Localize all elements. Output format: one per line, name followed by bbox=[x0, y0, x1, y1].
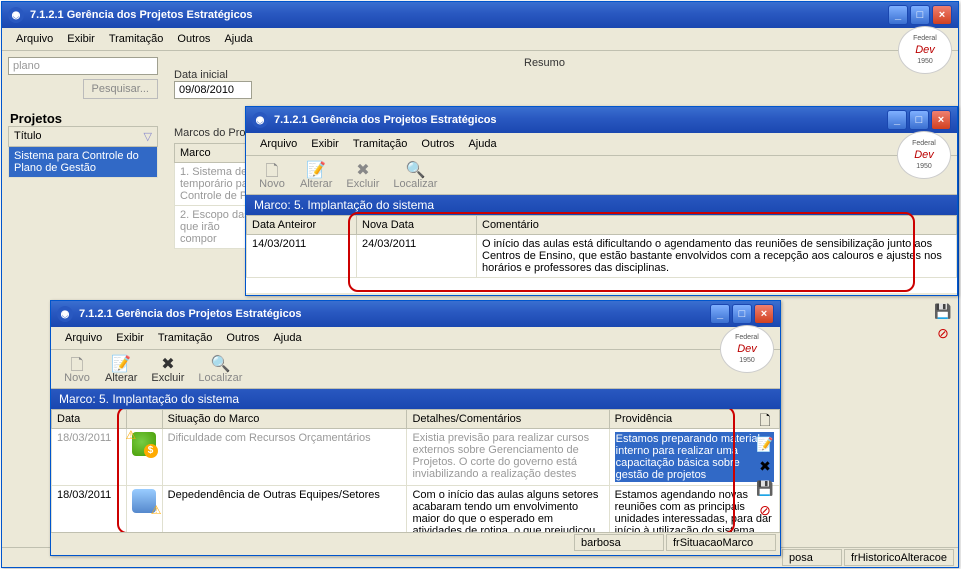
menu-outros[interactable]: Outros bbox=[171, 31, 216, 47]
cell-data-anterior[interactable]: 14/03/2011 bbox=[247, 235, 357, 278]
logo: Federal Dev 1950 bbox=[897, 131, 951, 179]
label-resumo: Resumo bbox=[524, 57, 565, 69]
menu-outros[interactable]: Outros bbox=[415, 136, 460, 152]
cell-detalhes: Com o início das aulas alguns setores ac… bbox=[407, 486, 609, 533]
menu-arquivo[interactable]: Arquivo bbox=[59, 330, 108, 346]
app-icon: ◎ bbox=[57, 306, 73, 322]
team-warning-icon bbox=[132, 489, 156, 513]
menu-tramitacao[interactable]: Tramitação bbox=[347, 136, 414, 152]
cell-data: 18/03/2011 bbox=[52, 429, 127, 486]
minimize-button[interactable]: _ bbox=[887, 110, 907, 130]
table-row[interactable]: 18/03/2011 Dificuldade com Recursos Orça… bbox=[52, 429, 780, 486]
menubar[interactable]: Arquivo Exibir Tramitação Outros Ajuda F… bbox=[246, 133, 957, 156]
cell-providencia: Estamos agendando novas reuniões com as … bbox=[609, 486, 779, 533]
menu-tramitacao[interactable]: Tramitação bbox=[103, 31, 170, 47]
maximize-button[interactable]: □ bbox=[909, 110, 929, 130]
maximize-button[interactable]: □ bbox=[910, 5, 930, 25]
minimize-button[interactable]: _ bbox=[710, 304, 730, 324]
close-button[interactable]: × bbox=[931, 110, 951, 130]
toolbar: 🗋Novo 📝Alterar ✖Excluir 🔍Localizar bbox=[246, 156, 957, 195]
label-data-inicial: Data inicial bbox=[174, 69, 252, 81]
titlebar[interactable]: ◎ 7.1.2.1 Gerência dos Projetos Estratég… bbox=[246, 107, 957, 133]
minimize-button[interactable]: _ bbox=[888, 5, 908, 25]
logo: Federal Dev 1950 bbox=[720, 325, 774, 373]
menu-arquivo[interactable]: Arquivo bbox=[254, 136, 303, 152]
excluir-button[interactable]: ✖Excluir bbox=[145, 352, 190, 386]
col-data[interactable]: Data bbox=[52, 410, 127, 429]
window-title: 7.1.2.1 Gerência dos Projetos Estratégic… bbox=[79, 308, 710, 320]
col-data-anterior[interactable]: Data Anteiror bbox=[247, 216, 357, 235]
cell-nova-data[interactable]: 24/03/2011 bbox=[357, 235, 477, 278]
projetos-label: Projetos bbox=[8, 107, 158, 126]
window-title: 7.1.2.1 Gerência dos Projetos Estratégic… bbox=[274, 114, 887, 126]
menu-exibir[interactable]: Exibir bbox=[305, 136, 345, 152]
toolbar: 🗋Novo 📝Alterar ✖Excluir 🔍Localizar bbox=[51, 350, 780, 389]
cancel-icon[interactable]: ⊘ bbox=[756, 501, 774, 519]
menu-ajuda[interactable]: Ajuda bbox=[462, 136, 502, 152]
cell-situacao: Depedendência de Outras Equipes/Setores bbox=[162, 486, 407, 533]
pesquisar-button[interactable]: Pesquisar... bbox=[83, 79, 158, 99]
save-icon[interactable]: 💾 bbox=[934, 302, 952, 320]
close-button[interactable]: × bbox=[932, 5, 952, 25]
detail-window-2: ◎ 7.1.2.1 Gerência dos Projetos Estratég… bbox=[50, 300, 781, 556]
side-toolbar: 🗋 📝 ✖ 💾 ⊘ bbox=[756, 413, 774, 519]
new-doc-icon[interactable]: 🗋 bbox=[756, 413, 774, 431]
marco-subtitle: Marco: 5. Implantação do sistema bbox=[51, 389, 780, 409]
col-nova-data[interactable]: Nova Data bbox=[357, 216, 477, 235]
menu-exibir[interactable]: Exibir bbox=[110, 330, 150, 346]
excluir-button[interactable]: ✖Excluir bbox=[340, 158, 385, 192]
marco-subtitle: Marco: 5. Implantação do sistema bbox=[246, 195, 957, 215]
save-icon[interactable]: 💾 bbox=[756, 479, 774, 497]
alterar-button[interactable]: 📝Alterar bbox=[99, 352, 143, 386]
menu-ajuda[interactable]: Ajuda bbox=[267, 330, 307, 346]
localizar-button[interactable]: 🔍Localizar bbox=[192, 352, 248, 386]
window-title: 7.1.2.1 Gerência dos Projetos Estratégic… bbox=[30, 9, 888, 21]
cell-icon bbox=[126, 486, 162, 533]
status-user: barbosa bbox=[574, 534, 664, 551]
menubar[interactable]: Arquivo Exibir Tramitação Outros Ajuda F… bbox=[2, 28, 958, 51]
status-form: frHistoricoAlteracoe bbox=[844, 549, 954, 566]
delete-icon[interactable]: ✖ bbox=[756, 457, 774, 475]
logo: Federal Dev 1950 bbox=[898, 26, 952, 74]
alterar-button[interactable]: 📝Alterar bbox=[294, 158, 338, 192]
project-row[interactable]: Sistema para Controle do Plano de Gestão bbox=[9, 147, 158, 178]
col-detalhes[interactable]: Detalhes/Comentários bbox=[407, 410, 609, 429]
col-providencia[interactable]: Providência bbox=[609, 410, 779, 429]
maximize-button[interactable]: □ bbox=[732, 304, 752, 324]
menu-arquivo[interactable]: Arquivo bbox=[10, 31, 59, 47]
cell-icon bbox=[126, 429, 162, 486]
localizar-button[interactable]: 🔍Localizar bbox=[387, 158, 443, 192]
statusbar: barbosa frSituacaoMarco bbox=[51, 532, 780, 552]
col-comentario[interactable]: Comentário bbox=[477, 216, 957, 235]
titlebar[interactable]: ◎ 7.1.2.1 Gerência dos Projetos Estratég… bbox=[2, 2, 958, 28]
novo-button[interactable]: 🗋Novo bbox=[252, 158, 292, 192]
money-warning-icon bbox=[132, 432, 156, 456]
detail-window-1: ◎ 7.1.2.1 Gerência dos Projetos Estratég… bbox=[245, 106, 958, 296]
plano-input[interactable]: plano bbox=[8, 57, 158, 75]
edit-icon[interactable]: 📝 bbox=[756, 435, 774, 453]
table-row[interactable]: 18/03/2011 Depedendência de Outras Equip… bbox=[52, 486, 780, 533]
cell-data: 18/03/2011 bbox=[52, 486, 127, 533]
menu-ajuda[interactable]: Ajuda bbox=[218, 31, 258, 47]
cell-comentario[interactable]: O início das aulas está dificultando o a… bbox=[477, 235, 957, 278]
menubar[interactable]: Arquivo Exibir Tramitação Outros Ajuda F… bbox=[51, 327, 780, 350]
col-titulo[interactable]: Título ▽ bbox=[9, 127, 158, 147]
menu-outros[interactable]: Outros bbox=[220, 330, 265, 346]
close-button[interactable]: × bbox=[754, 304, 774, 324]
status-user: posa bbox=[782, 549, 842, 566]
col-situacao[interactable]: Situação do Marco bbox=[162, 410, 407, 429]
menu-tramitacao[interactable]: Tramitação bbox=[152, 330, 219, 346]
cancel-icon[interactable]: ⊘ bbox=[934, 324, 952, 342]
col-icon bbox=[126, 410, 162, 429]
menu-exibir[interactable]: Exibir bbox=[61, 31, 101, 47]
cell-detalhes: Existia previsão para realizar cursos ex… bbox=[407, 429, 609, 486]
app-icon: ◎ bbox=[252, 112, 268, 128]
data-inicial-field[interactable]: 09/08/2010 bbox=[174, 81, 252, 99]
status-form: frSituacaoMarco bbox=[666, 534, 776, 551]
cell-providencia: Estamos preparando material interno para… bbox=[609, 429, 779, 486]
novo-button[interactable]: 🗋Novo bbox=[57, 352, 97, 386]
titlebar[interactable]: ◎ 7.1.2.1 Gerência dos Projetos Estratég… bbox=[51, 301, 780, 327]
cell-situacao: Dificuldade com Recursos Orçamentários bbox=[162, 429, 407, 486]
app-icon: ◎ bbox=[8, 7, 24, 23]
